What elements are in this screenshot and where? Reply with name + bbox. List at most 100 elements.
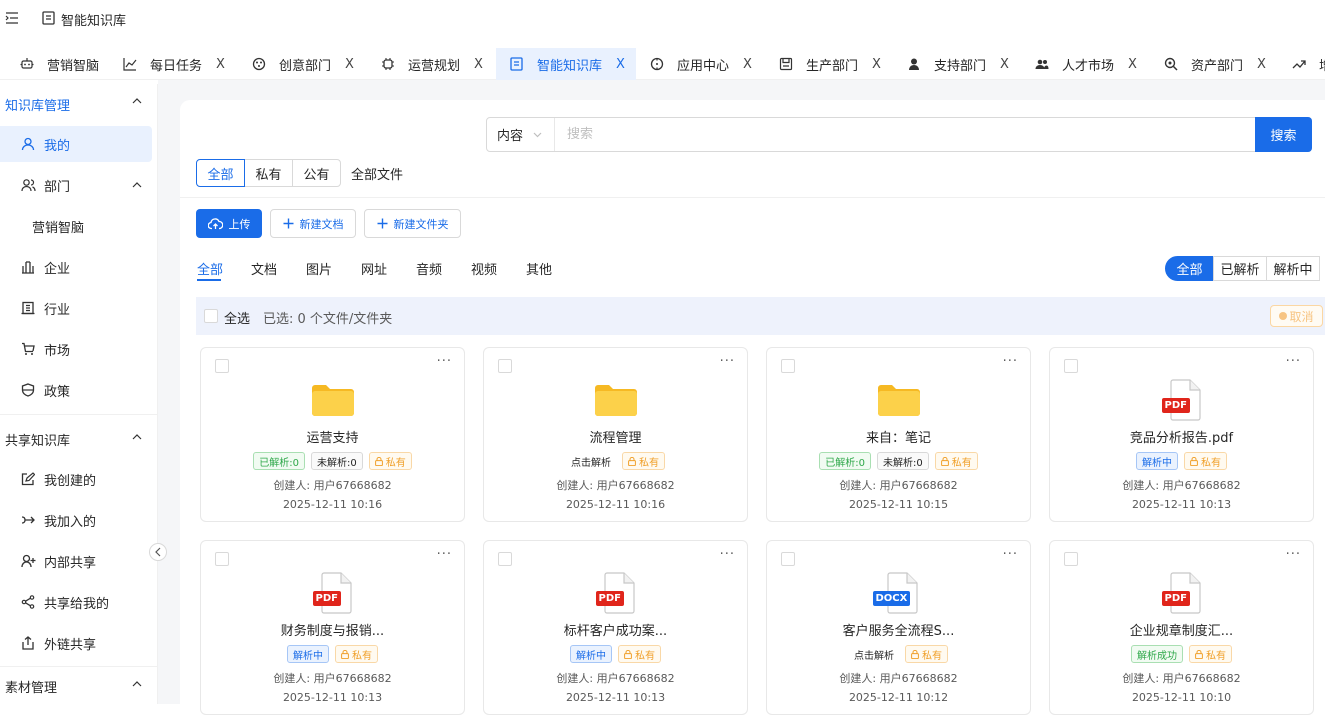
search-scope-select[interactable]: 内容	[487, 118, 555, 151]
close-icon[interactable]: X	[1257, 57, 1266, 72]
file-card[interactable]: ··· 运营支持 已解析:0 未解析:0 私有 创建人: 用户67668682 2025-1…	[200, 347, 465, 522]
scope-tab-public[interactable]: 公有	[292, 159, 341, 187]
tab-production-dept[interactable]: 生产部门 X	[779, 48, 881, 80]
file-tab-docs[interactable]: 文档	[251, 259, 277, 278]
file-name: 财务制度与报销...	[280, 624, 385, 639]
lock-icon	[341, 649, 349, 659]
file-card[interactable]: ··· DOCX 客户服务全流程S... 点击解析 私有 创建人: 用户67668682 2…	[766, 540, 1031, 715]
card-checkbox[interactable]	[215, 359, 229, 373]
tab-smart-knowledge[interactable]: 智能知识库 X	[496, 48, 636, 80]
scope-tab-private[interactable]: 私有	[244, 159, 293, 187]
cancel-selection-button[interactable]: 取消	[1270, 305, 1323, 327]
lock-icon	[374, 456, 383, 466]
close-icon[interactable]: X	[216, 57, 225, 72]
card-checkbox[interactable]	[215, 552, 229, 566]
tab-support-dept[interactable]: 支持部门 X	[907, 48, 1009, 80]
file-tab-images[interactable]: 图片	[306, 259, 332, 278]
file-card[interactable]: ··· 来自：笔记 已解析:0 未解析:0 私有 创建人: 用户67668682 2025-…	[766, 347, 1031, 522]
sidebar-item-industry[interactable]: 行业	[0, 290, 152, 326]
file-tab-other[interactable]: 其他	[526, 259, 552, 278]
chevron-up-icon[interactable]	[132, 182, 142, 188]
parse-filter-all[interactable]: 全部	[1165, 256, 1214, 281]
tab-assets-dept[interactable]: 资产部门 X	[1164, 48, 1266, 80]
tab-operations-plan[interactable]: 运营规划 X	[381, 48, 483, 80]
file-name: 标杆客户成功案...	[563, 624, 668, 639]
sidebar-item-enterprise[interactable]: 企业	[0, 249, 152, 285]
close-icon[interactable]: X	[1128, 57, 1137, 72]
tab-growth[interactable]: 增	[1292, 48, 1325, 80]
sidebar-item-external-link[interactable]: 外链共享	[0, 625, 152, 661]
file-card[interactable]: ··· 流程管理 点击解析 私有 创建人: 用户67668682 2025-12-11 1…	[483, 347, 748, 522]
file-type-badge: DOCX	[872, 591, 911, 606]
sidebar-item-dept[interactable]: 部门	[0, 167, 152, 203]
file-tab-audio[interactable]: 音频	[416, 259, 442, 278]
more-options-icon[interactable]: ···	[1286, 354, 1301, 369]
privacy-badge: 私有	[905, 645, 948, 663]
all-files-label[interactable]: 全部文件	[351, 164, 403, 183]
sidebar-item-marketing-brain[interactable]: 营销智脑	[0, 208, 152, 244]
upload-button[interactable]: 上传	[196, 209, 262, 238]
search-input[interactable]	[555, 118, 1311, 151]
collapse-sidebar-button[interactable]	[149, 543, 167, 561]
sidebar-item-joined[interactable]: 我加入的	[0, 502, 152, 538]
close-icon[interactable]: X	[1000, 57, 1009, 72]
more-options-icon[interactable]: ···	[437, 354, 452, 369]
file-tab-all[interactable]: 全部	[197, 259, 223, 278]
tab-creative-dept[interactable]: 创意部门 X	[252, 48, 354, 80]
tab-daily-tasks[interactable]: 每日任务 X	[123, 48, 225, 80]
new-folder-button[interactable]: 新建文件夹	[364, 209, 461, 238]
sidebar-item-internal-share[interactable]: 内部共享	[0, 543, 152, 579]
creator-label: 创建人: 用户67668682	[1122, 479, 1241, 492]
card-checkbox[interactable]	[781, 359, 795, 373]
tab-marketing-brain[interactable]: 营销智脑	[20, 48, 99, 80]
card-checkbox[interactable]	[1064, 359, 1078, 373]
file-card[interactable]: ··· PDF 企业规章制度汇... 解析成功 私有 创建人: 用户67668682 202…	[1049, 540, 1314, 715]
more-options-icon[interactable]: ···	[437, 547, 452, 562]
click-parse-link[interactable]: 点击解析	[849, 645, 899, 663]
more-options-icon[interactable]: ···	[1286, 547, 1301, 562]
file-tab-video[interactable]: 视频	[471, 259, 497, 278]
sidebar-section-shared[interactable]: 共享知识库	[5, 430, 70, 449]
search-button[interactable]: 搜索	[1255, 117, 1312, 152]
more-options-icon[interactable]: ···	[1003, 354, 1018, 369]
close-icon[interactable]: X	[743, 57, 752, 72]
menu-fold-icon[interactable]	[5, 11, 19, 25]
new-document-button[interactable]: 新建文档	[270, 209, 356, 238]
top-bar: 智能知识库	[0, 0, 1325, 38]
close-icon[interactable]: X	[616, 57, 625, 72]
file-card[interactable]: ··· PDF 竞品分析报告.pdf 解析中 私有 创建人: 用户67668682 2025…	[1049, 347, 1314, 522]
card-checkbox[interactable]	[498, 552, 512, 566]
tab-talent-market[interactable]: 人才市场 X	[1035, 48, 1137, 80]
timestamp: 2025-12-11 10:10	[1131, 691, 1232, 704]
card-checkbox[interactable]	[498, 359, 512, 373]
file-card[interactable]: ··· PDF 标杆客户成功案... 解析中 私有 创建人: 用户67668682 2025…	[483, 540, 748, 715]
scope-tab-all[interactable]: 全部	[196, 159, 245, 187]
more-options-icon[interactable]: ···	[720, 354, 735, 369]
file-card[interactable]: ··· PDF 财务制度与报销... 解析中 私有 创建人: 用户67668682 2025…	[200, 540, 465, 715]
sidebar-item-policy[interactable]: 政策	[0, 372, 152, 408]
tab-app-center[interactable]: 应用中心 X	[650, 48, 752, 80]
chevron-up-icon[interactable]	[132, 98, 142, 104]
sidebar-item-shared-to-me[interactable]: 共享给我的	[0, 584, 152, 620]
sidebar-section-knowledge[interactable]: 知识库管理	[5, 95, 70, 114]
chevron-up-icon[interactable]	[132, 434, 142, 440]
parse-filter-parsing[interactable]: 解析中	[1266, 256, 1320, 281]
sidebar: 知识库管理 我的 部门 营销智脑 企业 行业 市场 政策 共享知识库 我创建的 …	[0, 84, 158, 704]
more-options-icon[interactable]: ···	[720, 547, 735, 562]
chevron-up-icon[interactable]	[132, 681, 142, 687]
file-tab-urls[interactable]: 网址	[361, 259, 387, 278]
sidebar-section-material[interactable]: 素材管理	[5, 677, 57, 696]
select-all-checkbox[interactable]	[204, 309, 218, 323]
close-icon[interactable]: X	[872, 57, 881, 72]
select-all-label[interactable]: 全选	[224, 308, 250, 327]
parse-filter-parsed[interactable]: 已解析	[1213, 256, 1267, 281]
close-icon[interactable]: X	[474, 57, 483, 72]
sidebar-item-created[interactable]: 我创建的	[0, 461, 152, 497]
click-parse-link[interactable]: 点击解析	[566, 452, 616, 470]
close-icon[interactable]: X	[345, 57, 354, 72]
more-options-icon[interactable]: ···	[1003, 547, 1018, 562]
sidebar-item-mine[interactable]: 我的	[0, 126, 152, 162]
card-checkbox[interactable]	[781, 552, 795, 566]
sidebar-item-market[interactable]: 市场	[0, 331, 152, 367]
card-checkbox[interactable]	[1064, 552, 1078, 566]
